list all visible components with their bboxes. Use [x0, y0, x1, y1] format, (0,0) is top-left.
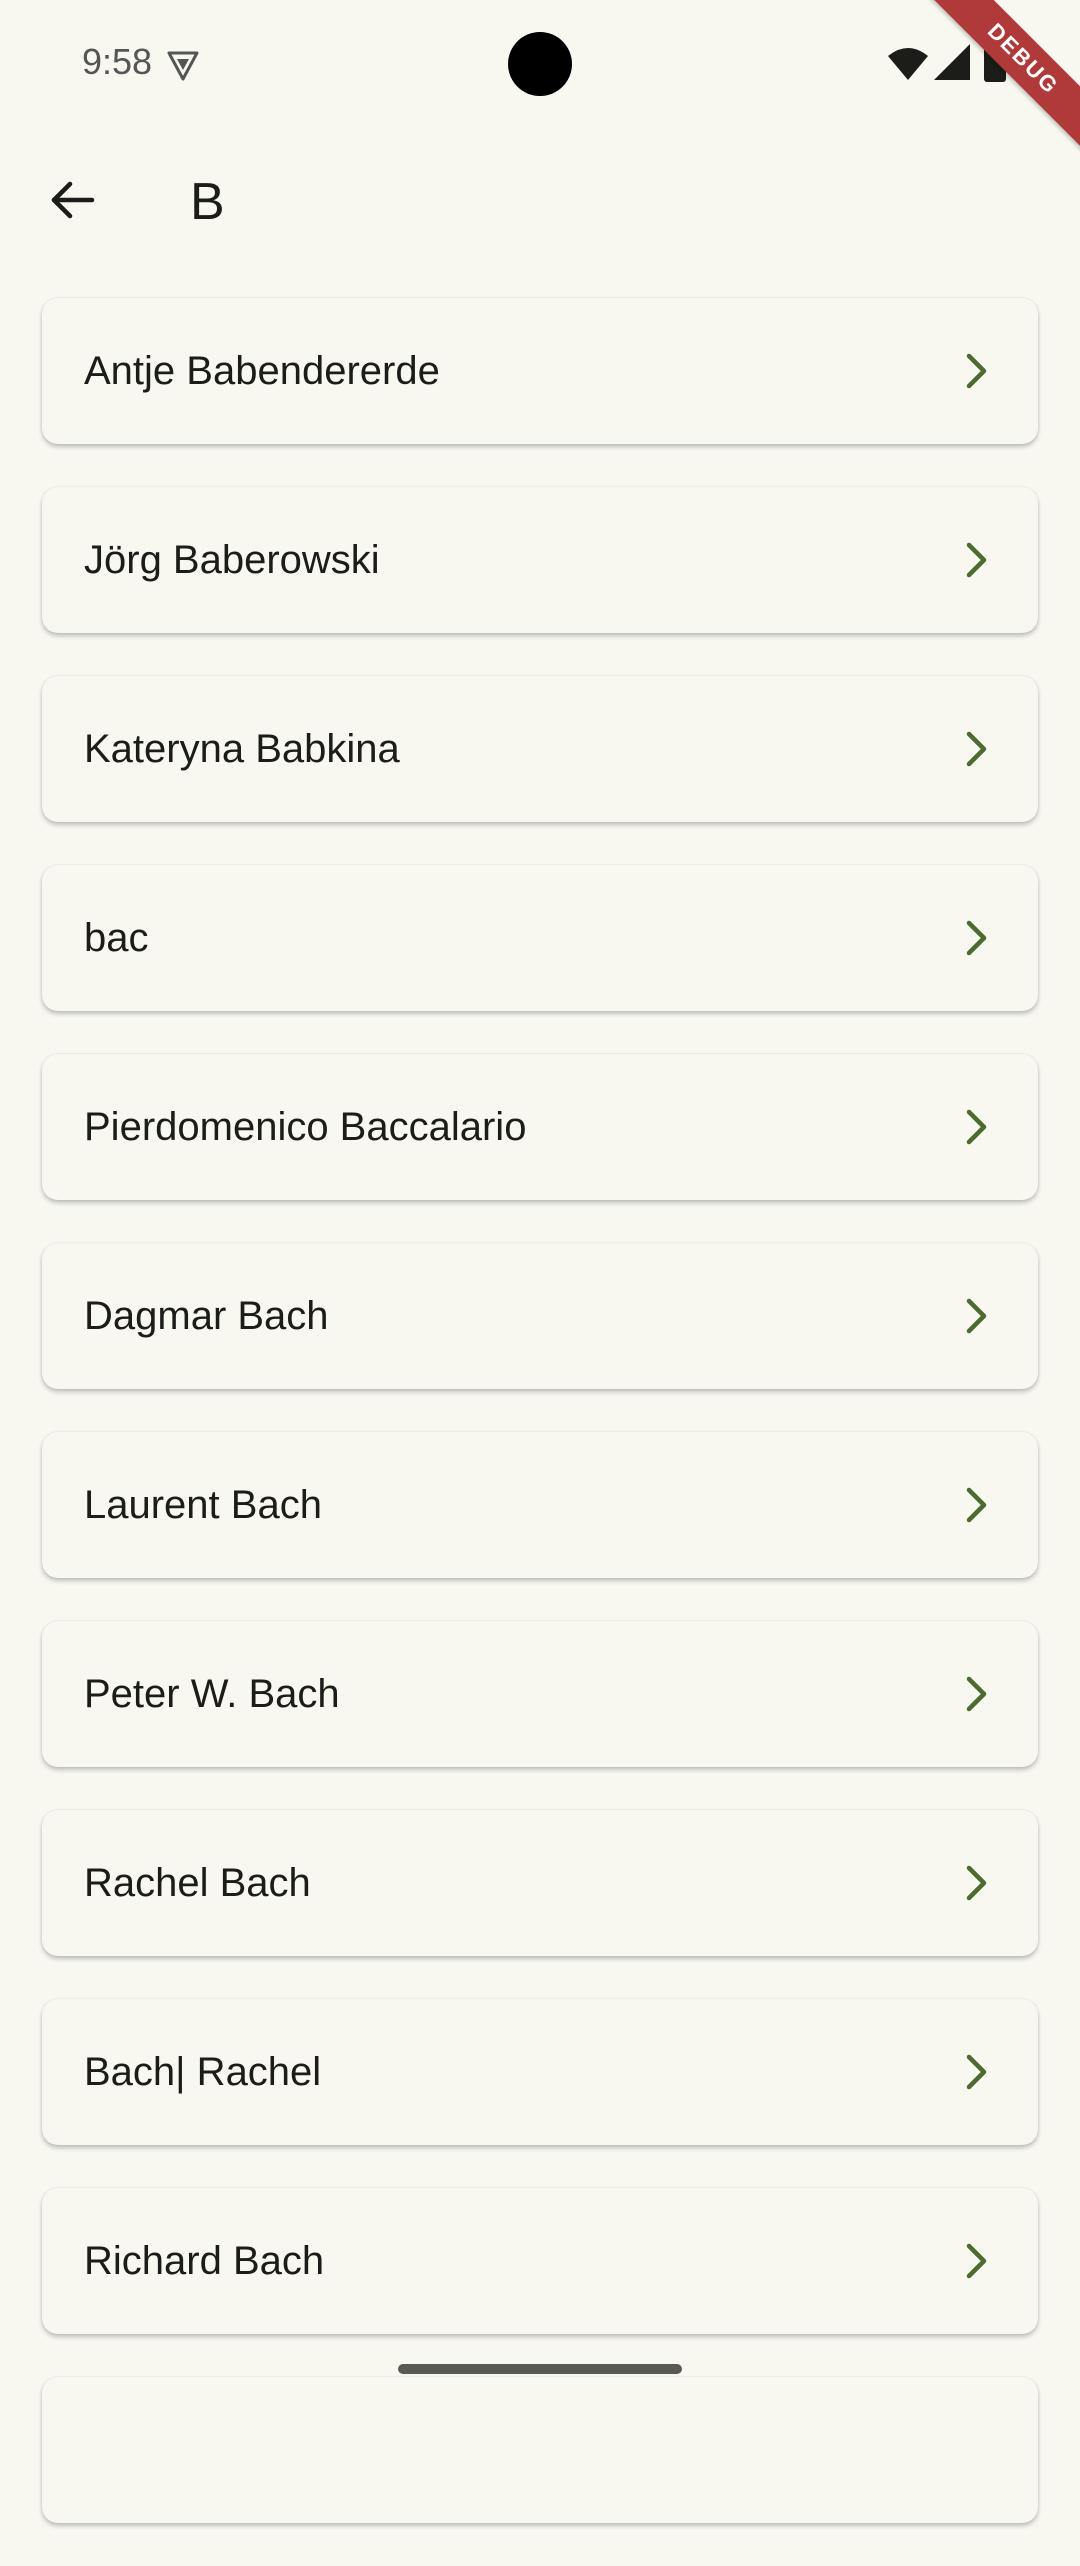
list-item-label: Laurent Bach [84, 1482, 322, 1527]
list-item-label: Jörg Baberowski [84, 537, 380, 582]
list-item[interactable]: Dagmar Bach [42, 1243, 1038, 1389]
status-bar: 9:58 [0, 0, 1080, 130]
list-item[interactable]: bac [42, 865, 1038, 1011]
chevron-right-icon [962, 729, 992, 769]
list-item-label: bac [84, 915, 149, 960]
chevron-right-icon [962, 1485, 992, 1525]
list-item-label: Richard Bach [84, 2238, 325, 2283]
list-item[interactable]: Antje Babendererde [42, 298, 1038, 444]
list-item-label: Bach| Rachel [84, 2049, 322, 2094]
list-item-label: Antje Babendererde [84, 348, 440, 393]
status-time: 9:58 [82, 41, 153, 82]
back-button[interactable] [40, 170, 104, 234]
chevron-right-icon [962, 540, 992, 580]
chevron-right-icon [962, 351, 992, 391]
list-item[interactable]: Pierdomenico Baccalario [42, 1054, 1038, 1200]
list-item[interactable]: Rachel Bach [42, 1810, 1038, 1956]
list-item-label: Dagmar Bach [84, 1293, 329, 1338]
list-item-label: Peter W. Bach [84, 1671, 340, 1716]
chevron-right-icon [962, 1863, 992, 1903]
list-item[interactable]: Bach| Rachel [42, 1999, 1038, 2145]
author-list: Antje Babendererde Jörg Baberowski Kater… [42, 298, 1038, 2566]
chevron-right-icon [962, 1674, 992, 1714]
chevron-right-icon [962, 918, 992, 958]
camera-cutout [508, 32, 572, 96]
list-item-label: Rachel Bach [84, 1860, 311, 1905]
chevron-right-icon [962, 2052, 992, 2092]
chevron-right-icon [962, 1107, 992, 1147]
list-item-label: Kateryna Babkina [84, 726, 400, 771]
list-item-label: Pierdomenico Baccalario [84, 1104, 527, 1149]
list-item[interactable]: Laurent Bach [42, 1432, 1038, 1578]
list-item[interactable]: Peter W. Bach [42, 1621, 1038, 1767]
debug-banner: DEBUG [920, 0, 1080, 160]
chevron-right-icon [962, 1296, 992, 1336]
debug-banner-label: DEBUG [926, 0, 1080, 156]
page-title: B [190, 173, 225, 231]
list-item[interactable]: Jörg Baberowski [42, 487, 1038, 633]
list-item-partial[interactable] [42, 2377, 1038, 2523]
list-item[interactable]: Richard Bach [42, 2188, 1038, 2334]
app-bar: B [0, 150, 1080, 250]
list-item[interactable]: Kateryna Babkina [42, 676, 1038, 822]
arrow-back-icon [48, 176, 96, 229]
vpn-shield-icon [166, 48, 200, 82]
chevron-right-icon [962, 2241, 992, 2281]
home-indicator[interactable] [398, 2364, 682, 2374]
